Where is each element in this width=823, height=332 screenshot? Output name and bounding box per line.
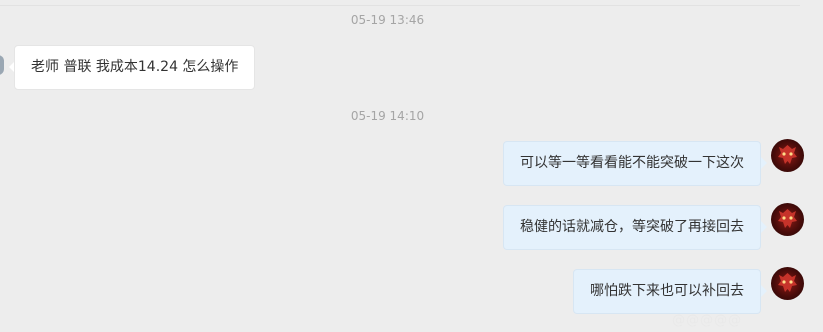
divider bbox=[0, 5, 800, 6]
bubble-tail bbox=[761, 221, 767, 233]
dragon-mask-icon[interactable] bbox=[771, 203, 804, 236]
outgoing-message[interactable]: 哪怕跌下来也可以补回去 bbox=[573, 269, 761, 314]
watermark: @@@@@ bbox=[672, 313, 742, 328]
outgoing-message[interactable]: 可以等一等看看能不能突破一下这次 bbox=[503, 141, 761, 186]
message-timestamp: 05-19 13:46 bbox=[350, 13, 425, 27]
chat-window: 05-19 13:46 老师 普联 我成本14.24 怎么操作 05-19 14… bbox=[0, 0, 823, 332]
dragon-mask-icon[interactable] bbox=[771, 139, 804, 172]
bubble-tail bbox=[761, 285, 767, 297]
dragon-mask-icon[interactable] bbox=[771, 267, 804, 300]
message-timestamp: 05-19 14:10 bbox=[350, 109, 425, 123]
person-avatar-icon[interactable] bbox=[0, 55, 4, 75]
incoming-message[interactable]: 老师 普联 我成本14.24 怎么操作 bbox=[14, 45, 256, 90]
outgoing-message[interactable]: 稳健的话就减仓，等突破了再接回去 bbox=[503, 205, 761, 250]
bubble-tail bbox=[761, 157, 767, 169]
